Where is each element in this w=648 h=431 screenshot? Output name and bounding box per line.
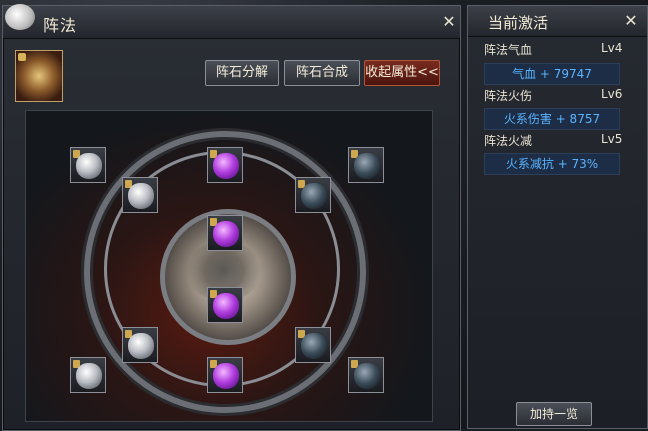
gem-icon bbox=[128, 333, 154, 359]
stat-name: 阵法气血 bbox=[484, 43, 533, 57]
gem-slot[interactable] bbox=[122, 327, 158, 363]
gem-slot[interactable] bbox=[207, 147, 243, 183]
page-title: 阵法 bbox=[43, 16, 78, 35]
gem-slot[interactable] bbox=[122, 177, 158, 213]
gem-icon bbox=[213, 363, 239, 389]
array-board bbox=[25, 110, 433, 422]
stat-name: 阵法火减 bbox=[484, 134, 533, 148]
gem-slot[interactable] bbox=[295, 327, 331, 363]
stat-name: 阵法火伤 bbox=[484, 89, 533, 103]
close-icon[interactable]: ✕ bbox=[440, 13, 458, 31]
gem-icon bbox=[76, 153, 102, 179]
array-portrait-icon[interactable] bbox=[15, 50, 63, 102]
collapse-attributes-button[interactable]: 收起属性<< bbox=[364, 60, 440, 86]
gem-slot[interactable] bbox=[348, 357, 384, 393]
stat-level: Lv6 bbox=[601, 87, 623, 101]
stat-level: Lv4 bbox=[601, 41, 623, 55]
side-title-bar: 当前激活 ✕ bbox=[468, 6, 647, 37]
gem-icon bbox=[354, 153, 380, 179]
gem-slot[interactable] bbox=[70, 357, 106, 393]
stat-value: 气血 + 79747 bbox=[484, 63, 620, 85]
array-panel: 阵法 ✕ 阵石分解 阵石合成 收起属性<< bbox=[2, 4, 461, 431]
decompose-stone-button[interactable]: 阵石分解 bbox=[205, 60, 279, 86]
active-attributes-panel: 当前激活 ✕ 阵法气血 Lv4 气血 + 79747 阵法火伤 Lv6 火系伤害… bbox=[467, 5, 648, 429]
synthesize-stone-button[interactable]: 阵石合成 bbox=[284, 60, 360, 86]
array-title-bar: 阵法 ✕ bbox=[3, 4, 460, 39]
gem-icon bbox=[301, 333, 327, 359]
stat-value: 火系减抗 + 73% bbox=[484, 153, 620, 175]
bonus-overview-button[interactable]: 加持一览 bbox=[516, 402, 592, 426]
stat-level: Lv5 bbox=[601, 132, 623, 146]
gem-slot[interactable] bbox=[295, 177, 331, 213]
lock-icon bbox=[18, 53, 26, 61]
side-title: 当前激活 bbox=[488, 14, 549, 32]
gem-slot[interactable] bbox=[207, 357, 243, 393]
gem-icon bbox=[354, 363, 380, 389]
gem-icon bbox=[213, 153, 239, 179]
gem-icon bbox=[301, 183, 327, 209]
stat-value: 火系伤害 + 8757 bbox=[484, 108, 620, 130]
gem-icon bbox=[213, 293, 239, 319]
avatar-icon bbox=[5, 4, 35, 30]
gem-icon bbox=[76, 363, 102, 389]
close-icon[interactable]: ✕ bbox=[622, 12, 640, 30]
gem-slot[interactable] bbox=[348, 147, 384, 183]
gem-slot[interactable] bbox=[207, 215, 243, 251]
gem-icon bbox=[213, 221, 239, 247]
gem-slot[interactable] bbox=[207, 287, 243, 323]
gem-icon bbox=[128, 183, 154, 209]
gem-slot[interactable] bbox=[70, 147, 106, 183]
